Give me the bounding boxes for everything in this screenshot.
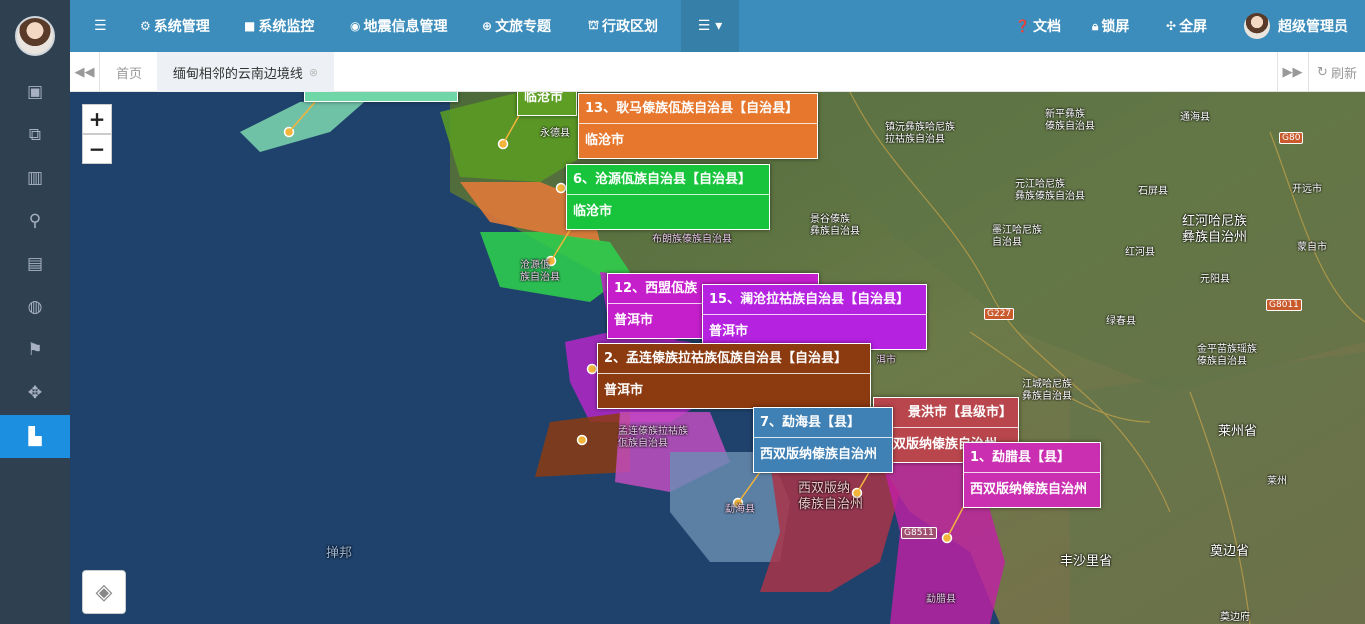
map-label: 红河哈尼族 彝族自治州 [1182,214,1248,245]
gear-icon: ⚙ [140,19,151,33]
road-shield: G8511 [901,527,937,539]
area-chart-icon[interactable]: ▙ [0,415,70,458]
map-label: 勐海县 [725,504,755,515]
map-label: 永德县 [540,128,570,139]
map-canvas[interactable]: + − ◈ 临沧市 13、耿马傣族佤族自治县【自治县】 临沧市 6、沧源佤族自治县… [70,92,1365,624]
map-label: 奠边省 [1210,544,1250,559]
map-popup-lancang[interactable]: 15、澜沧拉祜族自治县【自治县】 普洱市 [702,284,927,350]
map-label: 丰沙里省 [1060,554,1113,569]
road-shield: G227 [984,308,1015,320]
menu-admin-division[interactable]: ⛫ 行政区划 [588,0,658,52]
menu-earthquake-info[interactable]: ◉ 地震信息管理 [350,0,447,52]
road-shield: G8011 [1266,299,1302,311]
avatar [1244,13,1270,39]
map-label: 江城哈尼族 彝族自治县 [1022,379,1072,402]
layer-switcher-button[interactable]: ◈ [82,570,126,614]
map-label: 洱市 [876,355,896,366]
docs-link[interactable]: ❓ 文档 [1015,0,1061,52]
map-label: 西双版纳 傣族自治州 [798,481,864,512]
map-label: 墨江哈尼族 自治县 [992,225,1042,248]
video-icon: ■ [244,19,256,33]
bank-icon: ⛫ [588,18,600,32]
zoom-out-button[interactable]: − [82,134,112,164]
refresh-icon: ↻ [1317,64,1328,80]
map-label: 镇沅彝族哈尼族 拉祜族自治县 [885,122,955,145]
map-marker-icon: ◉ [350,19,361,33]
flag-icon[interactable]: ⚑ [0,330,70,370]
user-menu[interactable]: 超级管理员 [1244,0,1348,52]
move-icon[interactable]: ✥ [0,373,70,413]
map-label: 元江哈尼族 彝族傣族自治县 [1015,179,1085,202]
layers-icon: ◈ [95,579,113,605]
map-label: 新平彝族 傣族自治县 [1045,109,1095,132]
sidebar-avatar[interactable] [15,16,55,56]
monitor-icon[interactable]: ⧉ [0,115,70,155]
hamburger-menu-icon[interactable]: ☰ [94,0,107,52]
map-label: 景谷傣族 彝族自治县 [810,214,860,237]
close-tab-icon[interactable]: ⊗ [309,66,318,79]
tab-bar: ◀◀ 首页 缅甸相邻的云南边境线 ⊗ ▶▶ ↻ 刷新 [70,52,1365,92]
globe-icon[interactable]: ◍ [0,287,70,327]
bar-chart-icon[interactable]: ▤ [0,244,70,284]
expand-icon: ✣ [1166,19,1177,33]
map-label: 奠边府 [1220,612,1250,623]
lock-icon: 🔒︎ [1092,18,1099,33]
map-label: 通海县 [1180,112,1210,123]
tab-active-border-line[interactable]: 缅甸相邻的云南边境线 ⊗ [157,52,334,92]
map-popup-menglian[interactable]: 2、孟连傣族拉祜族佤族自治县【自治县】 普洱市 [597,343,871,409]
lifebuoy-icon: ⊕ [482,19,493,33]
sidebar: ▣ ⧉ ▥ ⚲ ▤ ◍ ⚑ ✥ ▙ [0,0,70,624]
menu-system-management[interactable]: ⚙ 系统管理 [140,0,210,52]
map-label: 莱州 [1267,476,1287,487]
dashboard-icon[interactable]: ▣ [0,72,70,112]
fullscreen-button[interactable]: ✣ 全屏 [1166,0,1207,52]
map-label: 开远市 [1292,184,1322,195]
map-label: 莱州省 [1218,424,1258,439]
map-label: 蒙自市 [1297,242,1327,253]
map-popup-cangyuan[interactable]: 6、沧源佤族自治县【自治县】 临沧市 [566,164,770,230]
refresh-button[interactable]: ↻ 刷新 [1308,52,1365,92]
question-icon: ❓ [1015,19,1030,33]
map-label: 勐腊县 [926,594,956,605]
map-label: 绿春县 [1106,316,1136,327]
map-popup-lincang[interactable]: 临沧市 [517,92,577,116]
tab-scroll-left-icon[interactable]: ◀◀ [70,52,100,92]
lock-screen-button[interactable]: 🔒︎ 锁屏 [1092,0,1129,52]
menu-system-monitor[interactable]: ■ 系统监控 [244,0,314,52]
top-navbar: ☰ ⚙ 系统管理 ■ 系统监控 ◉ 地震信息管理 ⊕ 文旅专题 ⛫ 行政区划 ☰ ▾ ❓ 文… [70,0,1365,52]
map-icon[interactable]: ▥ [0,158,70,198]
map-label: 金平苗族瑶族 傣族自治县 [1197,344,1257,367]
map-label: 元阳县 [1200,274,1230,285]
map-popup-menghai[interactable]: 7、勐海县【县】 西双版纳傣族自治州 [753,407,893,473]
menu-culture-tourism[interactable]: ⊕ 文旅专题 [482,0,551,52]
more-menu-dropdown[interactable]: ☰ ▾ [681,0,739,52]
map-popup-mengla[interactable]: 1、勐腊县【县】 西双版纳傣族自治州 [963,442,1101,508]
map-popup-top[interactable] [304,92,458,102]
zoom-in-button[interactable]: + [82,104,112,134]
road-shield: G80 [1279,132,1304,144]
map-label: 红河县 [1125,247,1155,258]
map-label: 孟连傣族拉祜族 佤族自治县 [618,426,688,449]
tab-scroll-right-icon[interactable]: ▶▶ [1277,52,1307,92]
map-label: 沧源佤 族自治县 [520,260,560,283]
location-pin-icon[interactable]: ⚲ [0,201,70,241]
map-label: 掸邦 [326,546,353,561]
map-label: 布朗族傣族自治县 [652,234,732,245]
app-root: ▣ ⧉ ▥ ⚲ ▤ ◍ ⚑ ✥ ▙ ☰ ⚙ 系统管理 ■ 系统监控 ◉ 地震信息管理 … [0,0,1365,624]
map-label: 石屏县 [1138,186,1168,197]
tab-home[interactable]: 首页 [101,52,157,92]
map-popup-gengma[interactable]: 13、耿马傣族佤族自治县【自治县】 临沧市 [578,93,818,159]
